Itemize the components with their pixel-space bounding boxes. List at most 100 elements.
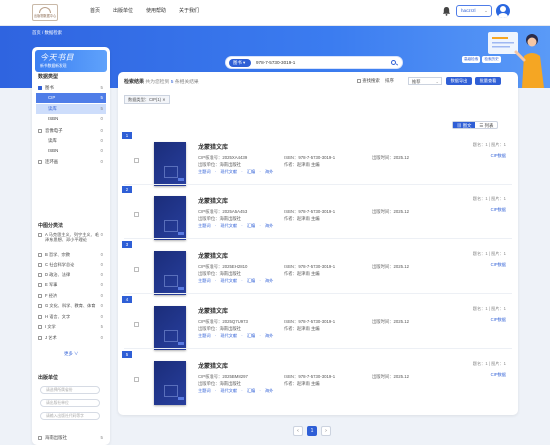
result-title[interactable]: 龙蒙猎文库 <box>198 251 228 260</box>
class-count: 0 <box>100 232 103 237</box>
checkbox[interactable] <box>38 315 42 319</box>
checkbox[interactable] <box>38 294 42 298</box>
search-input[interactable]: 978-7-5730-3019-1 <box>256 57 295 68</box>
result-item[interactable]: 4 龙蒙猎文库 CIP核准号：2025Q7U973 ISBN：978-7-5730-3… <box>122 296 514 350</box>
class-item[interactable]: J 艺术 0 <box>36 335 106 340</box>
checkbox[interactable] <box>38 336 42 340</box>
book-cover[interactable] <box>154 196 186 240</box>
active-filter-tag[interactable]: 数据类型：CIP(1) ✕ <box>124 95 170 104</box>
book-cover[interactable] <box>154 361 186 405</box>
checkbox[interactable] <box>134 212 139 217</box>
cip-data-link[interactable]: CIP数据 <box>491 262 506 268</box>
data-type-count: 5 <box>100 85 103 90</box>
checkbox[interactable] <box>134 267 139 272</box>
result-title[interactable]: 龙蒙猎文库 <box>198 361 228 370</box>
export-button[interactable]: 数据导出 <box>446 77 472 85</box>
filter-checkbox-wrap[interactable]: 查找搜索 排序 <box>357 78 394 84</box>
book-cover[interactable] <box>154 306 186 350</box>
data-type-item[interactable]: ISBN 0 <box>36 146 106 156</box>
nav-about[interactable]: 关于我们 <box>179 0 199 26</box>
checkbox[interactable] <box>134 322 139 327</box>
checkbox[interactable] <box>38 129 42 133</box>
province-select[interactable]: 请选择所属省份 <box>40 386 100 394</box>
cip-data-link[interactable]: CIP数据 <box>491 207 506 213</box>
checkbox[interactable] <box>134 158 139 163</box>
checkbox[interactable] <box>38 263 42 267</box>
result-subject-links[interactable]: 主题词 · 现代文献 · 汇编 · 海外 <box>198 169 273 175</box>
book-cover[interactable] <box>154 251 186 295</box>
result-item[interactable]: 1 龙蒙猎文库 CIP核准号：2025XA4439 ISBN：978-7-5730-3… <box>122 132 514 186</box>
result-subject-links[interactable]: 主题词 · 现代文献 · 汇编 · 海外 <box>198 278 273 284</box>
result-title[interactable]: 龙蒙猎文库 <box>198 142 228 151</box>
class-item[interactable]: D 政治、法律 0 <box>36 272 106 277</box>
nav-help[interactable]: 使用帮助 <box>146 0 166 26</box>
checkbox[interactable] <box>38 233 42 237</box>
checkbox[interactable] <box>38 283 42 287</box>
checkbox[interactable] <box>357 78 361 83</box>
top-bar: 出版物数据中心 首页 出版单位 使用帮助 关于我们 haczrzl ⌄ <box>0 0 550 26</box>
data-type-count: 0 <box>100 116 103 121</box>
cip-data-link[interactable]: CIP数据 <box>491 317 506 323</box>
result-subject-links[interactable]: 主题词 · 现代文献 · 汇编 · 海外 <box>198 333 273 339</box>
checkbox[interactable] <box>38 325 42 329</box>
nav-home[interactable]: 首页 <box>90 0 100 26</box>
search-icon[interactable] <box>391 59 396 65</box>
checkbox[interactable] <box>38 253 42 257</box>
page-number[interactable]: 1 <box>307 426 317 436</box>
batch-view-button[interactable]: 批量查看 <box>475 77 501 85</box>
sort-select[interactable]: 推荐 ⌄ <box>408 77 442 85</box>
book-cover[interactable] <box>154 142 186 186</box>
result-item[interactable]: 3 龙蒙猎文库 CIP核准号：2025EH2810 ISBN：978-7-5730-3… <box>122 241 514 295</box>
checkbox[interactable] <box>38 86 42 90</box>
publisher-item[interactable]: 海南出版社 5 <box>36 433 106 443</box>
view-list-button[interactable]: ☰ 列表 <box>475 122 497 128</box>
data-type-item[interactable]: ISBN 0 <box>36 114 106 124</box>
cip-data-link[interactable]: CIP数据 <box>491 372 506 378</box>
class-item[interactable]: A 马克思主义、列宁主义、毛泽东思想、邓小平理论 0 <box>36 232 106 242</box>
result-subject-links[interactable]: 主题词 · 现代文献 · 汇编 · 海外 <box>198 388 273 394</box>
publisher-item-count: 5 <box>100 435 103 440</box>
data-type-item[interactable]: 读库 0 <box>36 136 106 146</box>
checkbox[interactable] <box>38 436 42 440</box>
class-item[interactable]: G 文化、科学、教育、体育 0 <box>36 303 106 308</box>
result-title[interactable]: 龙蒙猎文库 <box>198 306 228 315</box>
cip-data-link[interactable]: CIP数据 <box>491 153 506 159</box>
publisher-code-input[interactable]: 请输入出版社代码等字 <box>40 412 100 420</box>
search-type-select[interactable]: 图书 ▾ <box>229 58 251 67</box>
result-title[interactable]: 龙蒙猎文库 <box>198 196 228 205</box>
checkbox[interactable] <box>38 304 42 308</box>
next-page-button[interactable]: › <box>321 426 331 436</box>
class-item[interactable]: H 语言、文字 0 <box>36 314 106 319</box>
checkbox[interactable] <box>38 160 42 164</box>
result-item[interactable]: 5 龙蒙猎文库 CIP核准号：2025BM8297 ISBN：978-7-5730-3… <box>122 351 514 405</box>
more-link[interactable]: 更多 ∨ <box>64 351 78 357</box>
nav-publishers[interactable]: 出版单位 <box>113 0 133 26</box>
sidebar-promo-banner[interactable]: 今天书目 新书数据新发现 <box>35 50 107 72</box>
site-logo[interactable]: 出版物数据中心 <box>32 4 58 21</box>
data-type-item[interactable]: 图书 5 <box>36 83 106 93</box>
class-item[interactable]: B 哲学、宗教 0 <box>36 252 106 257</box>
checkbox[interactable] <box>38 273 42 277</box>
user-menu[interactable]: haczrzl ⌄ <box>456 5 492 17</box>
data-type-item[interactable]: 读库 5 <box>36 104 106 114</box>
filter-sidebar: 今天书目 新书数据新发现 数据类型 图书 5 CIP 5 读库 5 ISBN 0 音像电子 0 读库… <box>32 47 110 445</box>
class-item[interactable]: E 军事 0 <box>36 282 106 287</box>
result-isbn: ISBN：978-7-5730-3019-1 <box>284 155 336 160</box>
view-cover-button[interactable]: ▦ 图文 <box>453 122 476 128</box>
publisher-select[interactable]: 请出版社单位 <box>40 399 100 407</box>
checkbox[interactable] <box>134 377 139 382</box>
data-type-item[interactable]: 连环画 0 <box>36 157 106 167</box>
result-subject-links[interactable]: 主题词 · 现代文献 · 汇编 · 海外 <box>198 223 273 229</box>
class-item[interactable]: I 文学 5 <box>36 324 106 329</box>
data-type-count: 0 <box>100 148 103 153</box>
data-type-item[interactable]: 音像电子 0 <box>36 126 106 136</box>
data-type-item[interactable]: CIP 5 <box>36 93 106 103</box>
prev-page-button[interactable]: ‹ <box>293 426 303 436</box>
result-item[interactable]: 2 龙蒙猎文库 CIP核准号：2025A5A453 ISBN：978-7-5730-3… <box>122 186 514 240</box>
search-history-link[interactable]: 检索历史 <box>482 56 501 63</box>
class-item[interactable]: C 社会科学总论 0 <box>36 262 106 267</box>
avatar[interactable] <box>496 4 510 18</box>
advanced-search-link[interactable]: 高级检索 <box>462 56 481 63</box>
bell-icon[interactable] <box>442 6 451 16</box>
class-item[interactable]: F 经济 0 <box>36 293 106 298</box>
